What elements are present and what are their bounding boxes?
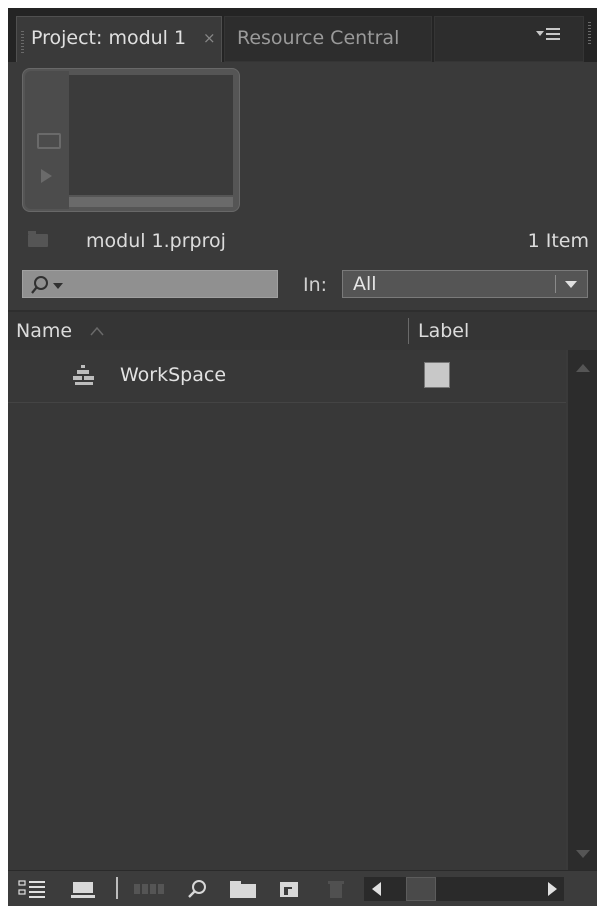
scroll-right-icon[interactable] xyxy=(548,882,557,896)
bottom-toolbar xyxy=(8,870,597,906)
project-items-list[interactable]: WorkSpace xyxy=(8,350,566,870)
vertical-scrollbar[interactable] xyxy=(568,350,597,870)
scroll-left-icon[interactable] xyxy=(372,882,381,896)
tab-grip-icon[interactable] xyxy=(21,31,24,53)
preview-scrubber[interactable] xyxy=(69,197,233,207)
chevron-down-icon[interactable] xyxy=(565,281,577,288)
new-item-icon[interactable] xyxy=(278,879,302,899)
preview-thumbnail xyxy=(22,68,240,212)
in-dropdown-value: All xyxy=(353,273,377,295)
clear-icon[interactable] xyxy=(326,879,346,899)
project-file-name: modul 1.prproj xyxy=(86,230,226,252)
find-icon[interactable] xyxy=(186,879,208,899)
tab-resource-central-label: Resource Central xyxy=(237,27,400,49)
panel-menu-icon[interactable] xyxy=(536,28,562,44)
project-panel: Project: modul 1 × Resource Central modu… xyxy=(8,8,597,906)
poster-frame-icon[interactable] xyxy=(37,133,61,149)
scroll-up-icon[interactable] xyxy=(576,364,590,372)
tab-project-label: Project: modul 1 xyxy=(31,27,187,49)
scroll-down-icon[interactable] xyxy=(576,850,590,858)
item-count: 1 Item xyxy=(527,230,589,252)
toolbar-separator xyxy=(116,877,118,899)
panel-grip-icon[interactable] xyxy=(588,22,591,46)
in-label: In: xyxy=(303,274,328,296)
icon-view-icon[interactable] xyxy=(70,879,96,899)
new-bin-icon[interactable] xyxy=(228,879,258,899)
column-resize-handle[interactable] xyxy=(408,318,409,344)
tab-project[interactable]: Project: modul 1 × xyxy=(16,16,222,62)
sort-ascending-icon[interactable] xyxy=(90,324,104,338)
column-header-label[interactable]: Label xyxy=(418,320,469,342)
panel-tab-bar: Project: modul 1 × Resource Central xyxy=(8,8,597,62)
label-color-swatch[interactable] xyxy=(424,362,450,388)
tab-resource-central[interactable]: Resource Central xyxy=(224,16,432,62)
sequence-icon xyxy=(73,365,94,385)
preview-area xyxy=(69,75,233,195)
play-icon[interactable] xyxy=(41,169,52,183)
search-icon[interactable] xyxy=(31,275,49,295)
tab-close-icon[interactable]: × xyxy=(203,29,216,47)
in-dropdown[interactable]: All xyxy=(342,270,588,298)
list-header: Name Label xyxy=(8,312,597,350)
list-view-icon[interactable] xyxy=(18,879,52,899)
horizontal-scrollbar[interactable] xyxy=(364,877,564,901)
list-item[interactable]: WorkSpace xyxy=(8,350,566,403)
scroll-thumb[interactable] xyxy=(406,877,436,901)
column-header-name[interactable]: Name xyxy=(16,320,72,342)
search-options-chevron-icon[interactable] xyxy=(53,283,63,289)
project-folder-icon xyxy=(28,231,48,247)
automate-to-sequence-icon[interactable] xyxy=(132,879,166,899)
search-input[interactable] xyxy=(22,270,278,298)
item-name: WorkSpace xyxy=(120,364,227,386)
